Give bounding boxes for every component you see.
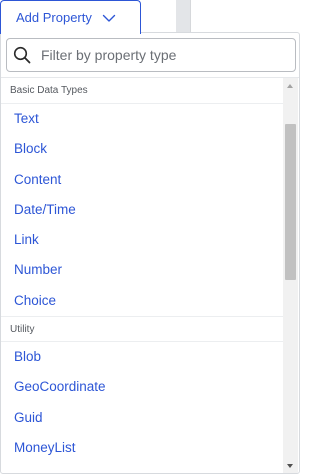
background-panel — [176, 0, 190, 32]
list-item-blob[interactable]: Blob — [1, 342, 284, 372]
property-type-dropdown: Basic Data Types Text Block Content Date… — [0, 32, 300, 474]
list-item-date-time[interactable]: Date/Time — [1, 195, 284, 225]
add-property-label: Add Property — [16, 10, 92, 25]
add-property-button[interactable]: Add Property — [0, 0, 141, 34]
property-type-list: Basic Data Types Text Block Content Date… — [1, 78, 284, 473]
search-box[interactable] — [6, 38, 296, 72]
scroll-down-arrow-icon[interactable] — [287, 464, 293, 468]
list-item-block[interactable]: Block — [1, 134, 284, 164]
page: Add Property Basic Data Types Text Block… — [0, 0, 300, 474]
list-item-text[interactable]: Text — [1, 104, 284, 134]
chevron-down-icon — [102, 11, 116, 25]
search-icon — [13, 46, 31, 64]
list-item-moneylist[interactable]: MoneyList — [1, 433, 284, 463]
group-header-utility: Utility — [1, 316, 284, 343]
scrollbar-thumb[interactable] — [285, 124, 296, 280]
scroll-up-arrow-icon[interactable] — [287, 84, 293, 88]
background-divider — [190, 0, 191, 32]
list-item-number[interactable]: Number — [1, 255, 284, 285]
list-item-link[interactable]: Link — [1, 225, 284, 255]
search-input[interactable] — [41, 47, 281, 63]
group-header-basic-data-types: Basic Data Types — [1, 78, 284, 104]
list-item-geocoordinate[interactable]: GeoCoordinate — [1, 372, 284, 402]
list-item-guid[interactable]: Guid — [1, 403, 284, 433]
list-item-content[interactable]: Content — [1, 165, 284, 195]
scrollbar[interactable] — [283, 78, 298, 473]
list-item-choice[interactable]: Choice — [1, 286, 284, 316]
